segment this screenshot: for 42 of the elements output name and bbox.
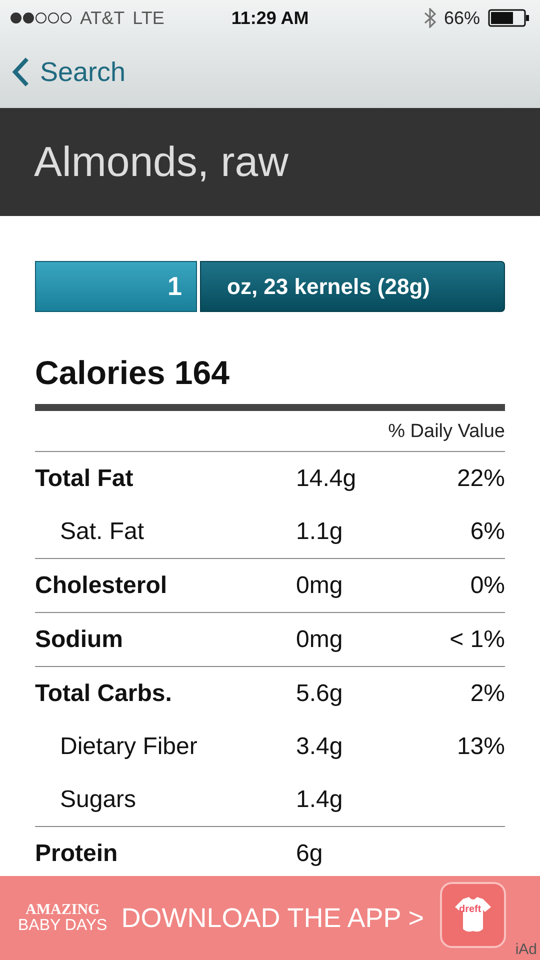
nutrient-name: Dietary Fiber [60, 732, 198, 760]
daily-value-percent: 13% [456, 732, 505, 760]
food-title: Almonds, raw [34, 138, 288, 186]
nutrient-name: Total Fat [35, 464, 134, 492]
icon-logo-text: dreft [459, 904, 482, 915]
nutrient-amount: 3.4g [296, 732, 343, 760]
carrier-name: AT&T [80, 8, 125, 28]
nutrient-name: Sat. Fat [60, 518, 144, 544]
calories-heading: Calories 164 [35, 354, 230, 393]
nutrient-amount: 0mg [296, 572, 343, 598]
serving-unit-selector[interactable]: oz, 23 kernels (28g) [200, 261, 505, 312]
app-icon [440, 882, 506, 948]
daily-value-percent: < 1% [450, 626, 505, 652]
ad-brand-text: BABY DAYS [18, 918, 108, 934]
ad-brand-text: AMAZING [26, 902, 100, 918]
quantity-field[interactable]: 1 [35, 261, 197, 312]
clock-time: 11:29 AM [231, 8, 309, 28]
daily-value-percent: 6% [470, 518, 505, 544]
nutrient-amount: 0mg [296, 626, 343, 652]
nutrient-amount: 5.6g [296, 680, 343, 706]
battery-percent: 66% [444, 8, 480, 28]
nutrient-name: Sodium [35, 626, 123, 652]
bluetooth-icon [424, 8, 436, 28]
chevron-icon [12, 57, 30, 87]
nutrient-amount: 1.4g [296, 786, 343, 812]
nutrient-amount: 14.4g [296, 464, 356, 492]
nutrient-name: Total Carbs. [35, 680, 172, 706]
nutrient-amount: 6g [296, 840, 323, 866]
daily-value-percent: 0% [470, 572, 505, 598]
daily-value-percent: 2% [470, 680, 505, 706]
nutrient-amount: 1.1g [296, 518, 343, 544]
ad-download-text: DOWNLOAD THE APP > [121, 902, 424, 934]
daily-value-percent: 22% [456, 464, 505, 492]
nutrient-name: Protein [35, 840, 118, 866]
back-button[interactable]: Search [12, 56, 126, 88]
signal-icon [10, 12, 72, 24]
ad-network-label: iAd [515, 941, 537, 958]
network-type: LTE [132, 8, 164, 28]
battery-icon [488, 9, 530, 27]
daily-value-heading: % Daily Value [388, 421, 505, 442]
nutrient-name: Sugars [60, 786, 136, 812]
nutrient-name: Cholesterol [35, 572, 168, 598]
